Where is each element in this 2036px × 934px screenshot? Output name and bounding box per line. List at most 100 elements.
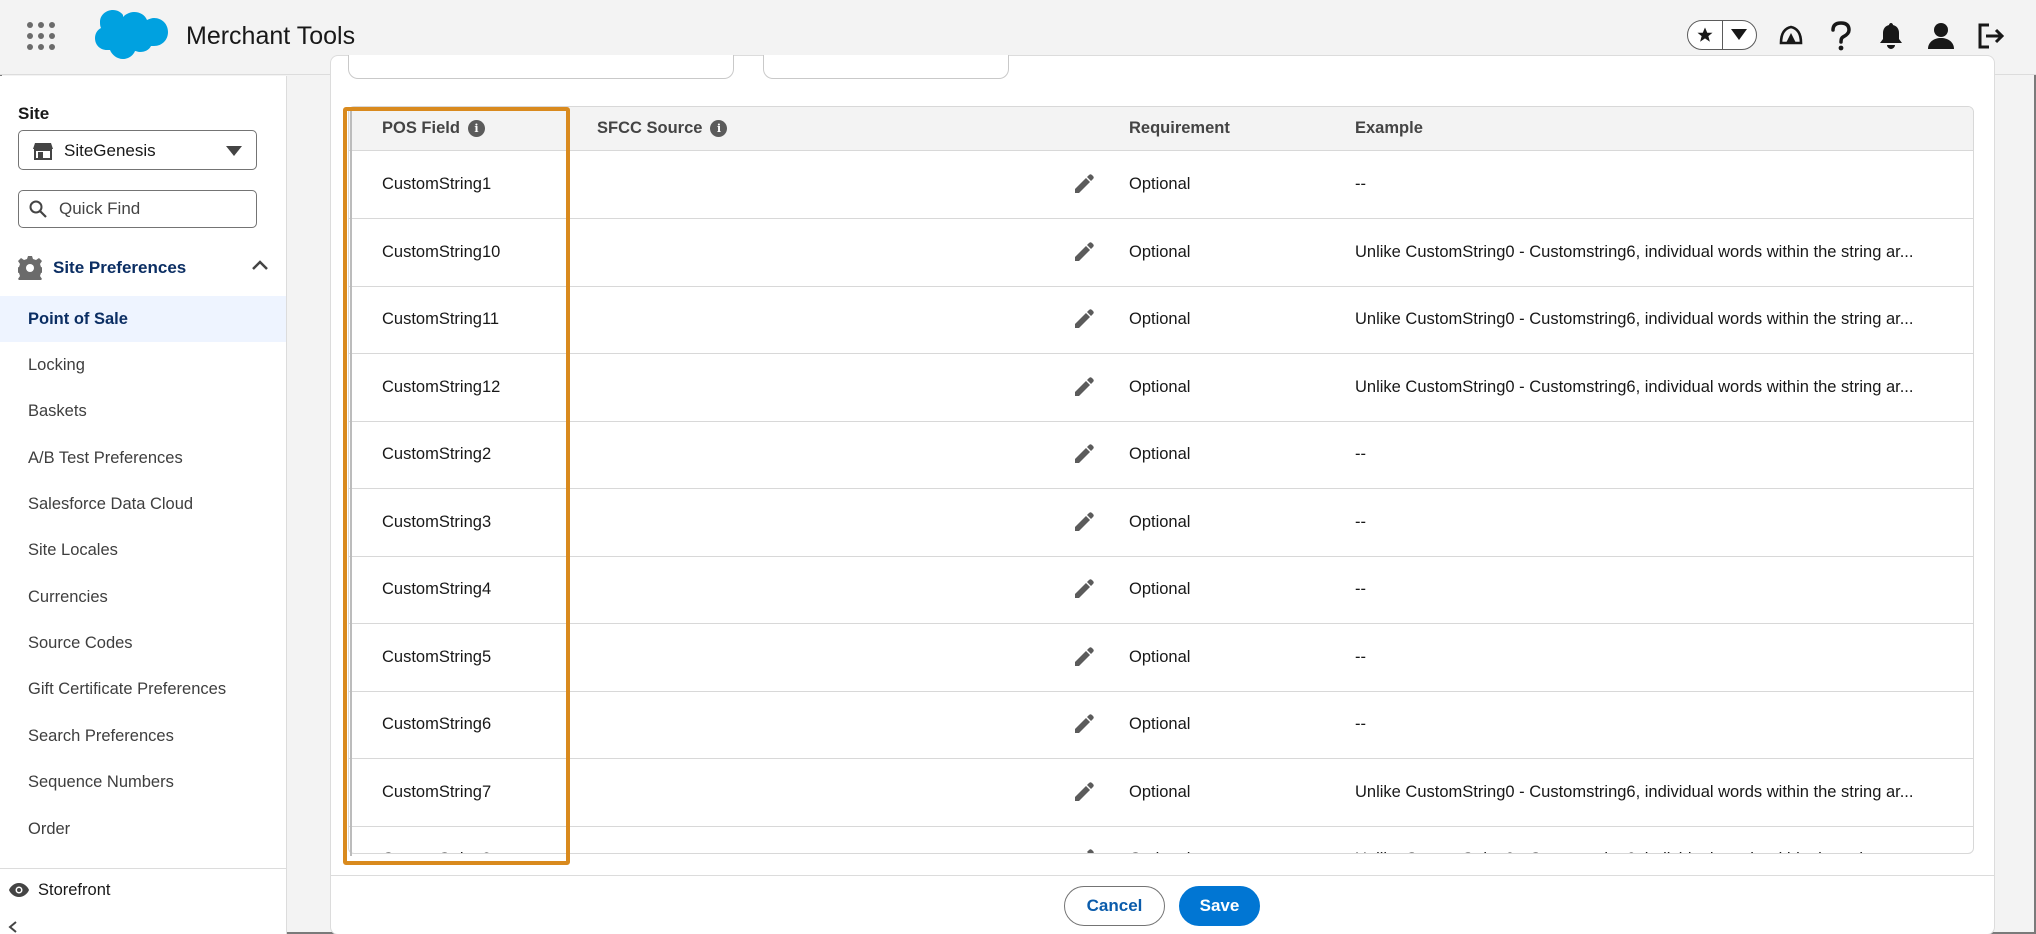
trailhead-icon[interactable] [1775, 20, 1807, 52]
example-cell: Unlike CustomString0 - Customstring6, in… [1355, 850, 1913, 853]
site-select-value: SiteGenesis [64, 141, 156, 160]
sidebar-item-locking[interactable]: Locking [0, 342, 286, 388]
sidebar-item-site-locales[interactable]: Site Locales [0, 527, 286, 573]
table-row: CustomString4 Optional -- [349, 556, 1973, 624]
info-icon[interactable]: i [710, 120, 728, 137]
sidebar-item-order[interactable]: Order [0, 806, 286, 852]
favorites-group [1687, 20, 1757, 50]
sidebar-item-search-preferences[interactable]: Search Preferences [0, 713, 286, 759]
pos-field-cell: CustomString1 [382, 175, 492, 193]
notifications-bell-icon[interactable] [1875, 20, 1907, 52]
edit-pencil-icon[interactable] [1073, 511, 1095, 533]
example-cell: Unlike CustomString0 - Customstring6, in… [1355, 242, 1914, 261]
sidebar-item-point-of-sale[interactable]: Point of Sale [0, 296, 286, 342]
user-profile-icon[interactable] [1925, 20, 1957, 52]
quick-find-input[interactable] [59, 197, 249, 221]
sidebar-item-salesforce-data-cloud[interactable]: Salesforce Data Cloud [0, 481, 286, 527]
requirement-cell: Optional [1129, 377, 1191, 396]
edit-pencil-icon[interactable] [1073, 713, 1095, 735]
pos-field-cell: CustomString6 [382, 715, 492, 733]
requirement-cell: Optional [1129, 580, 1191, 598]
table-row: CustomString3 Optional -- [349, 489, 1973, 557]
sidebar-item-baskets[interactable]: Baskets [0, 388, 286, 434]
site-label: Site [18, 104, 50, 123]
site-preferences-section-header[interactable]: Site Preferences [18, 254, 268, 284]
gear-icon [18, 256, 42, 280]
store-icon [33, 143, 53, 160]
sidebar-item-gift-certificate-preferences[interactable]: Gift Certificate Preferences [0, 666, 286, 712]
filter-control-right[interactable] [763, 55, 1009, 79]
search-icon [29, 200, 47, 218]
column-header-pos-field[interactable]: POS Field i [382, 119, 485, 138]
filter-control-left[interactable] [348, 55, 734, 79]
edit-pencil-icon[interactable] [1073, 781, 1095, 803]
logout-icon[interactable] [1975, 20, 2007, 52]
column-header-example[interactable]: Example [1355, 119, 1423, 138]
table-row: CustomString10 Optional Unlike CustomStrin… [349, 219, 1973, 287]
pos-field-cell: CustomString3 [382, 512, 492, 531]
cancel-button[interactable]: Cancel [1064, 886, 1165, 926]
favorites-star-icon[interactable] [1688, 21, 1722, 49]
sidebar-item-sequence-numbers[interactable]: Sequence Numbers [0, 759, 286, 805]
footer-divider [331, 875, 1994, 876]
pos-field-cell: CustomString5 [382, 647, 492, 666]
sidebar-item-currencies[interactable]: Currencies [0, 574, 286, 620]
table-row: CustomString1 Optional -- [349, 151, 1973, 219]
requirement-cell: Optional [1129, 850, 1190, 853]
favorites-menu-icon[interactable] [1721, 21, 1757, 49]
edit-pencil-icon[interactable] [1073, 308, 1095, 330]
app-launcher-icon[interactable] [27, 22, 55, 50]
column-header-requirement[interactable]: Requirement [1129, 119, 1230, 138]
example-cell: Unlike CustomString0 - Customstring6, in… [1355, 377, 1914, 396]
example-cell: Unlike CustomString0 - Customstring6, in… [1355, 782, 1914, 801]
requirement-cell: Optional [1129, 715, 1191, 733]
requirement-cell: Optional [1129, 647, 1191, 666]
edit-pencil-icon[interactable] [1073, 848, 1095, 854]
pos-field-cell: CustomString2 [382, 445, 492, 463]
requirement-header-label: Requirement [1129, 119, 1230, 137]
pos-field-mapping-table: POS Field i SFCC Source i Requirement Ex… [348, 106, 1974, 854]
pos-field-header-label: POS Field [382, 119, 460, 137]
table-row: CustomString6 Optional -- [349, 691, 1973, 759]
table-row: CustomString11 Optional Unlike CustomStrin… [349, 286, 1973, 354]
app-title: Merchant Tools [186, 22, 356, 50]
table-row: CustomString12 Optional Unlike CustomStrin… [349, 354, 1973, 422]
requirement-cell: Optional [1129, 782, 1191, 801]
column-header-sfcc-source[interactable]: SFCC Source i [597, 119, 728, 138]
edit-pencil-icon[interactable] [1073, 646, 1095, 668]
requirement-cell: Optional [1129, 310, 1191, 328]
example-cell: -- [1355, 647, 1366, 666]
sidebar-item-ab-test-preferences[interactable]: A/B Test Preferences [0, 435, 286, 481]
example-header-label: Example [1355, 119, 1423, 137]
back-arrow-icon[interactable] [8, 921, 22, 933]
example-cell: -- [1355, 175, 1366, 193]
edit-pencil-icon[interactable] [1073, 376, 1095, 398]
requirement-cell: Optional [1129, 445, 1191, 463]
storefront-label: Storefront [38, 881, 111, 899]
save-button[interactable]: Save [1179, 886, 1260, 926]
edit-pencil-icon[interactable] [1073, 443, 1095, 465]
example-cell: -- [1355, 512, 1366, 531]
sidebar-footer[interactable]: Storefront [0, 868, 286, 934]
edit-pencil-icon[interactable] [1073, 173, 1095, 195]
table-row: CustomString2 Optional -- [349, 421, 1973, 489]
sidebar-item-source-codes[interactable]: Source Codes [0, 620, 286, 666]
pos-field-cell: CustomString11 [382, 310, 500, 328]
table-row: CustomString7 Optional Unlike CustomString… [349, 759, 1973, 827]
edit-pencil-icon[interactable] [1073, 241, 1095, 263]
edit-pencil-icon[interactable] [1073, 578, 1095, 600]
pos-field-cell: CustomString10 [382, 242, 501, 261]
info-icon[interactable]: i [467, 120, 485, 137]
table-header: POS Field i SFCC Source i Requirement Ex… [349, 107, 1973, 151]
requirement-cell: Optional [1129, 512, 1191, 531]
pos-field-cell: CustomString8 [382, 850, 491, 853]
example-cell: -- [1355, 445, 1366, 463]
requirement-cell: Optional [1129, 242, 1191, 261]
help-icon[interactable] [1825, 20, 1857, 52]
pos-field-cell: CustomString7 [382, 782, 492, 801]
site-select[interactable]: SiteGenesis [18, 130, 257, 170]
table-row: CustomString8 Optional Unlike CustomString… [349, 826, 1973, 854]
table-row: CustomString5 Optional -- [349, 624, 1973, 692]
pos-field-cell: CustomString4 [382, 580, 492, 598]
column-divider [350, 108, 352, 856]
